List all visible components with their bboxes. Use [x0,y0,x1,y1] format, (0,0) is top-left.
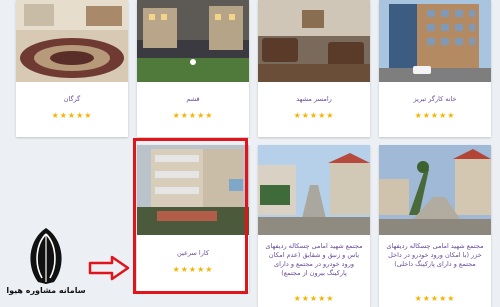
card-emami-khazar[interactable]: مجتمع شهید امامی چسکاله ردیفهای خزر (با … [379,145,491,307]
card-photo[interactable] [258,0,370,82]
pointer-arrow-icon [88,255,130,281]
card-emami-yas[interactable]: مجتمع شهید امامی چسکاله ردیفهای یاس و زن… [258,145,370,307]
card-gorgan[interactable]: گرگان ★★★★★ [16,0,128,137]
selection-highlight [133,138,248,294]
card-title[interactable]: گرگان [22,95,122,104]
card-tabriz[interactable]: خانه کارگر تبریز ★★★★★ [379,0,491,137]
card-photo[interactable] [16,0,128,82]
card-title[interactable]: مجتمع شهید امامی چسکاله ردیفهای خزر (با … [385,242,485,269]
rating-stars: ★★★★★ [293,294,335,303]
card-title[interactable]: خانه کارگر تبریز [385,95,485,104]
card-photo[interactable] [379,0,491,82]
card-title[interactable]: مجتمع شهید امامی چسکاله ردیفهای یاس و زن… [264,242,364,278]
card-qeshm[interactable]: قشم ★★★★★ [137,0,249,137]
logo-name: سامانه مشاوره هیوا [6,286,86,295]
card-ramsar-mashhad[interactable]: رامسر مشهد ★★★★★ [258,0,370,137]
card-photo[interactable] [258,145,370,235]
rating-stars: ★★★★★ [172,111,214,120]
rating-stars: ★★★★★ [414,111,456,120]
rating-stars: ★★★★★ [414,294,456,303]
feather-pen-icon [30,228,62,284]
rating-stars: ★★★★★ [293,111,335,120]
card-photo[interactable] [137,0,249,82]
rating-stars: ★★★★★ [51,111,93,120]
card-photo[interactable] [379,145,491,235]
card-title[interactable]: قشم [143,95,243,104]
hiva-logo: سامانه مشاوره هیوا [4,226,88,302]
card-title[interactable]: رامسر مشهد [264,95,364,104]
